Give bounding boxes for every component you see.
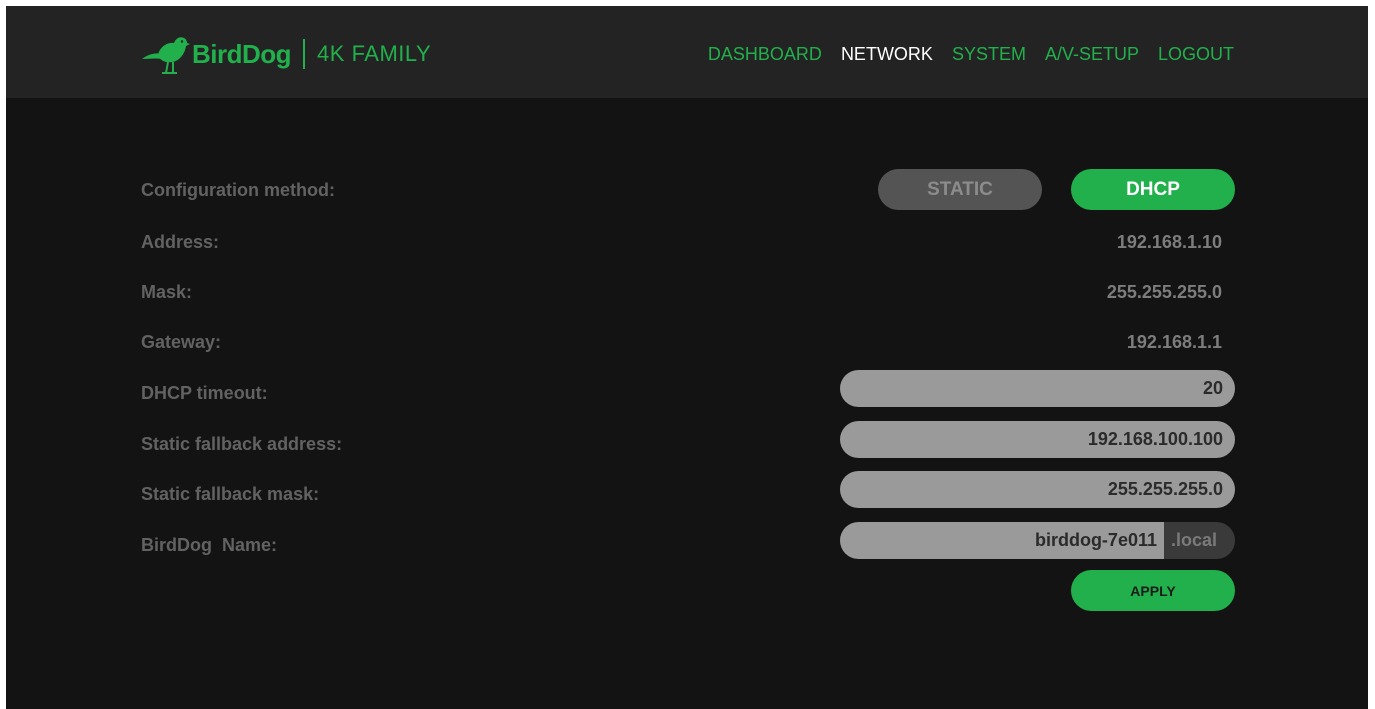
main-nav: DASHBOARD NETWORK SYSTEM A/V-SETUP LOGOU…	[708, 44, 1234, 65]
address-label: Address:	[141, 232, 220, 252]
brand-name: BirdDog	[192, 38, 292, 69]
local-domain-suffix: .local	[1164, 522, 1235, 559]
fallback-mask-input[interactable]: 255.255.255.0	[840, 471, 1235, 508]
gateway-label: Gateway:	[141, 332, 222, 352]
top-navigation-bar: BirdDog 4K FAMILY DASHBOARD NETWORK SYST…	[6, 6, 1368, 98]
birddog-name-label: BirdDog Name:	[141, 535, 278, 555]
address-value: 192.168.1.10	[1116, 232, 1222, 252]
nav-logout[interactable]: LOGOUT	[1158, 44, 1234, 65]
brand-divider	[303, 39, 306, 69]
dhcp-mode-button[interactable]: DHCP	[1071, 169, 1235, 210]
static-mode-button[interactable]: STATIC	[878, 169, 1042, 210]
nav-av-setup[interactable]: A/V-SETUP	[1045, 44, 1139, 65]
fallback-address-label: Static fallback address:	[141, 434, 343, 454]
birddog-name-field: birddog-7e011 .local	[840, 522, 1235, 559]
fallback-mask-label: Static fallback mask:	[141, 484, 320, 504]
nav-network[interactable]: NETWORK	[841, 44, 933, 65]
dhcp-timeout-label: DHCP timeout:	[141, 383, 268, 403]
brand-logo[interactable]: BirdDog 4K FAMILY	[140, 30, 431, 78]
nav-dashboard[interactable]: DASHBOARD	[708, 44, 822, 65]
mask-value: 255.255.255.0	[1106, 282, 1222, 302]
dhcp-timeout-input[interactable]: 20	[840, 370, 1235, 407]
gateway-value: 192.168.1.1	[1126, 332, 1222, 352]
apply-button[interactable]: APPLY	[1071, 570, 1235, 611]
network-settings-page: BirdDog 4K FAMILY DASHBOARD NETWORK SYST…	[6, 6, 1368, 709]
nav-system[interactable]: SYSTEM	[952, 44, 1026, 65]
bird-logo-icon	[142, 37, 190, 74]
fallback-address-input[interactable]: 192.168.100.100	[840, 421, 1235, 458]
product-family: 4K FAMILY	[317, 41, 432, 66]
mask-label: Mask:	[141, 282, 193, 302]
config-method-label: Configuration method:	[141, 180, 335, 200]
birddog-name-input[interactable]: birddog-7e011	[840, 522, 1164, 559]
